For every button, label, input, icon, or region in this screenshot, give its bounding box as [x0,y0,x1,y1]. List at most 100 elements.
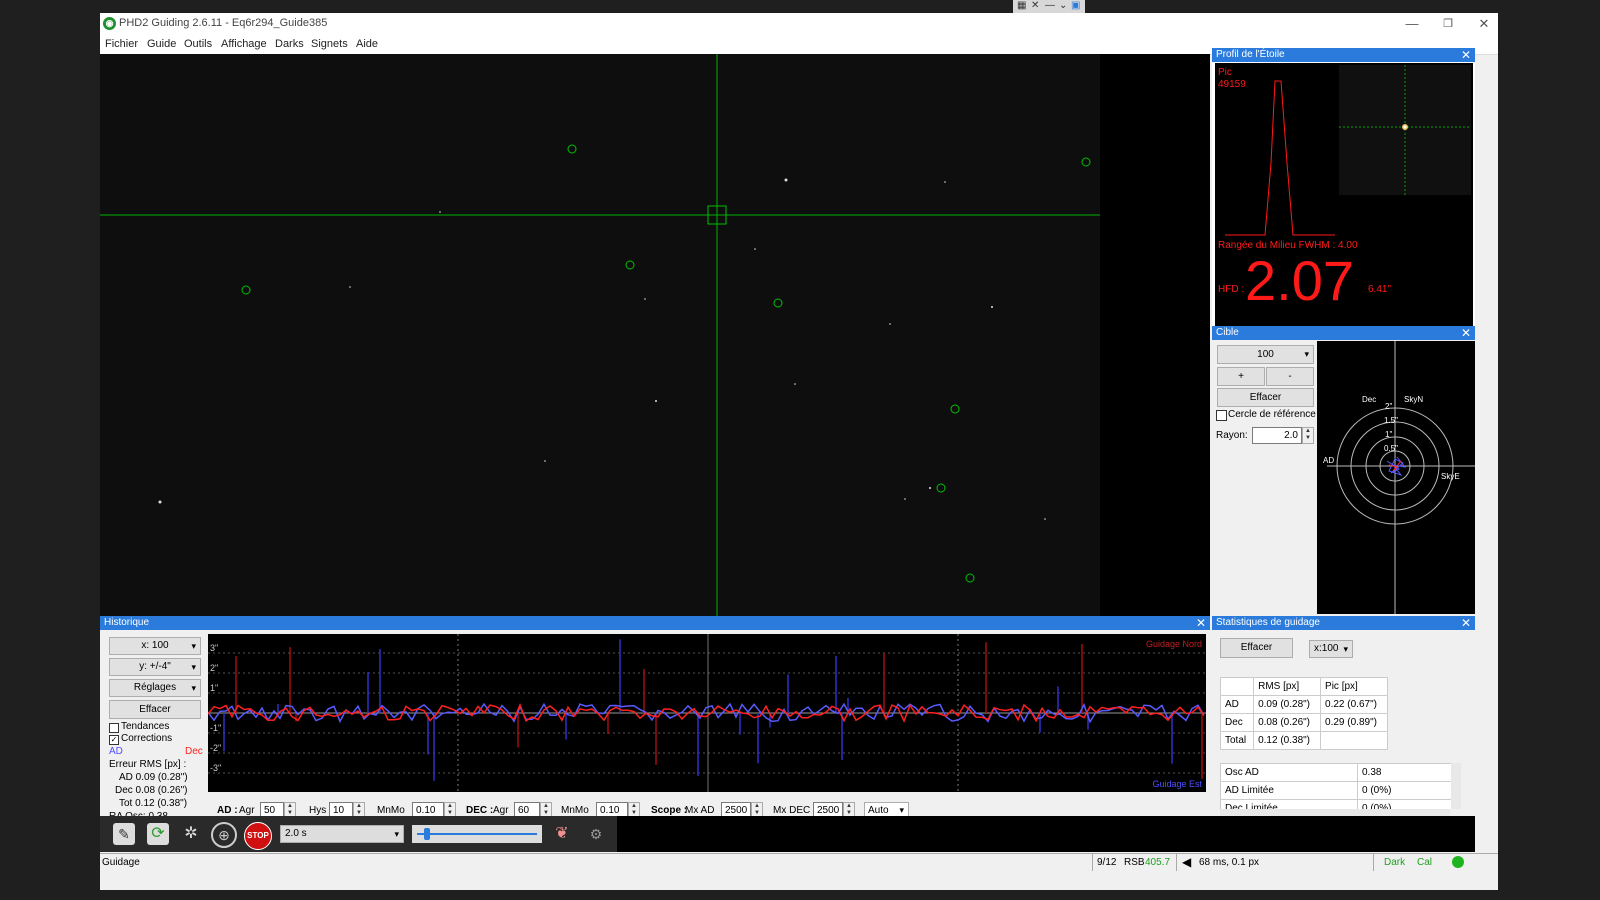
equipment-icon[interactable]: ⚙ [584,823,608,845]
osc-list[interactable]: Osc AD 0.38 AD Limitée 0 (0%) Dec Limitée 0… [1220,763,1460,809]
stats-table: RMS [px] Pic [px] AD 0.09 (0.28") 0.22 (… [1219,677,1388,750]
osc-cell: AD Limitée [1220,781,1358,800]
snr-label: RSB [1124,857,1145,868]
history-y-scale-dropdown[interactable]: y: +/-4" [109,658,201,676]
mx-dec-label: Mx DEC [773,805,811,816]
mx-ad-label: Mx AD [685,805,715,816]
ring-label-2: 2" [1385,402,1393,411]
dec-agr-label: Agr [493,805,509,816]
ad-axis-label: AD [1323,456,1335,465]
remote-toolbar[interactable]: ▦ ✕ — ⌄ ▣ [1013,0,1085,14]
chevron-down-icon[interactable]: ⌄ [1059,0,1067,11]
hfd-label: HFD : [1218,284,1245,295]
menu-fichier[interactable]: Fichier [105,38,138,50]
corrections-checkbox[interactable]: ✓ [109,735,119,745]
dark-indicator: Dark [1384,857,1406,868]
stats-col-blank [1219,677,1255,696]
history-settings-dropdown[interactable]: Réglages [109,679,201,697]
loop-exposure-icon[interactable]: ⟳ [147,823,169,845]
stop-icon[interactable]: STOP [244,822,272,850]
ref-circle-checkbox[interactable] [1216,410,1227,421]
stats-cell: 0.12 (0.38") [1253,731,1322,750]
zoom-in-button[interactable]: + [1217,367,1265,386]
stats-col-rms: RMS [px] [1253,677,1322,696]
rms-ad: AD 0.09 (0.28") [119,772,188,783]
main-toolbar: ✎ ⟳ ✲ ⊕ STOP 2.0 s ❦ ⚙ [100,816,617,852]
frame-counter: 9/12 [1097,857,1117,868]
phd2-logo-icon: ◉ [103,17,116,30]
camera-view[interactable] [100,54,1210,619]
status-text: Guidage [102,857,140,868]
peak-label: Pic [1218,67,1232,78]
ref-circle-label: Cercle de référence [1228,409,1316,420]
menu-darks[interactable]: Darks [275,38,304,50]
legend-ra: AD [109,746,123,757]
radius-label: Rayon: [1216,430,1248,441]
history-panel: Historique ✕ x: 100 y: +/-4" Réglages Ef… [100,616,1210,842]
target-clear-button[interactable]: Effacer [1217,388,1314,407]
menu-outils[interactable]: Outils [184,38,212,50]
osc-cell: Osc AD [1220,763,1358,782]
target-header: Cible [1212,326,1475,340]
loop-pencil-icon[interactable]: ✎ [113,823,135,845]
target-zoom-dropdown[interactable]: 100 [1217,345,1314,364]
menu-signets[interactable]: Signets [311,38,348,50]
legend-dec: Dec [185,746,203,757]
hfd-arcsec: 6.41" [1368,284,1392,295]
close-icon[interactable]: ✕ [1196,616,1206,630]
screen-icon[interactable]: ▣ [1071,0,1080,11]
guide-target-icon[interactable]: ⊕ [211,822,237,848]
toolbar-filler [617,816,1475,852]
table-row: Dec Limitée 0 (0%) [1220,799,1452,809]
guide-camera-image[interactable] [100,54,1100,619]
status-bar: Guidage 9/12 RSB 405.7 ◀ 68 ms, 0.1 px D… [100,853,1498,871]
radius-stepper[interactable]: ▲ ▼ [1302,427,1314,444]
grid-icon[interactable]: ▦ [1017,0,1026,11]
menu-guide[interactable]: Guide [147,38,176,50]
guide-info: 68 ms, 0.1 px [1199,857,1260,868]
stats-cell [1320,731,1388,750]
menu-affichage[interactable]: Affichage [221,38,267,50]
star-profile-panel: Profil de l'Étoile ✕ Pic 49159 Rangée du… [1212,48,1475,338]
stats-cell: Total [1219,731,1255,750]
close-icon[interactable]: ✕ [1461,48,1471,62]
menu-aide[interactable]: Aide [356,38,378,50]
y-tick-2: 2" [210,663,219,673]
table-row: AD Limitée 0 (0%) [1220,781,1452,800]
exposure-dropdown[interactable]: 2.0 s [280,825,404,843]
target-panel: Cible ✕ 100 + - Effacer Cercle de référe… [1212,326,1475,614]
osc-scrollbar[interactable] [1451,763,1461,809]
radius-input[interactable]: 2.0 [1252,427,1302,444]
stats-clear-button[interactable]: Effacer [1220,638,1293,658]
ring-label-1-5: 1.5" [1384,416,1398,425]
brain-icon[interactable]: ❦ [550,823,574,845]
restore-button[interactable]: ❐ [1434,15,1462,33]
history-graph[interactable]: Guidage Nord Guidage Est 3" 2" 1" -1" -2… [208,634,1206,792]
pin-icon[interactable]: ✕ [1031,0,1039,11]
guide-north-label: Guidage Nord [1145,639,1202,649]
slider-thumb[interactable] [424,828,430,840]
y-tick-3: 3" [210,643,219,653]
trends-checkbox[interactable] [109,723,119,733]
stats-x-scale-dropdown[interactable]: x:100 [1309,640,1353,658]
guide-stats-panel: Statistiques de guidage ✕ Effacer x:100 … [1212,616,1475,842]
gamma-slider[interactable] [412,825,542,843]
ring-label-0-5: 0.5" [1384,444,1398,453]
close-button[interactable]: ✕ [1470,15,1498,33]
close-icon[interactable]: ✕ [1461,326,1471,340]
dec-controls-label: DEC : [466,805,494,816]
history-x-scale-dropdown[interactable]: x: 100 [109,637,201,655]
corrections-label: Corrections [121,733,173,744]
skyn-label: SkyN [1404,395,1424,404]
ring-label-1: 1" [1385,430,1393,439]
phd2-window: ◉ PHD2 Guiding 2.6.11 - Eq6r294_Guide385… [100,13,1498,890]
minimize-icon[interactable]: — [1045,0,1055,11]
snr-value: 405.7 [1145,857,1171,868]
close-icon[interactable]: ✕ [1461,616,1471,630]
zoom-out-button[interactable]: - [1266,367,1314,386]
auto-select-star-icon[interactable]: ✲ [180,823,202,845]
history-clear-button[interactable]: Effacer [109,700,201,719]
minimize-button[interactable]: — [1398,15,1426,33]
y-tick-neg1: -1" [210,723,222,733]
slider-track [417,833,537,835]
